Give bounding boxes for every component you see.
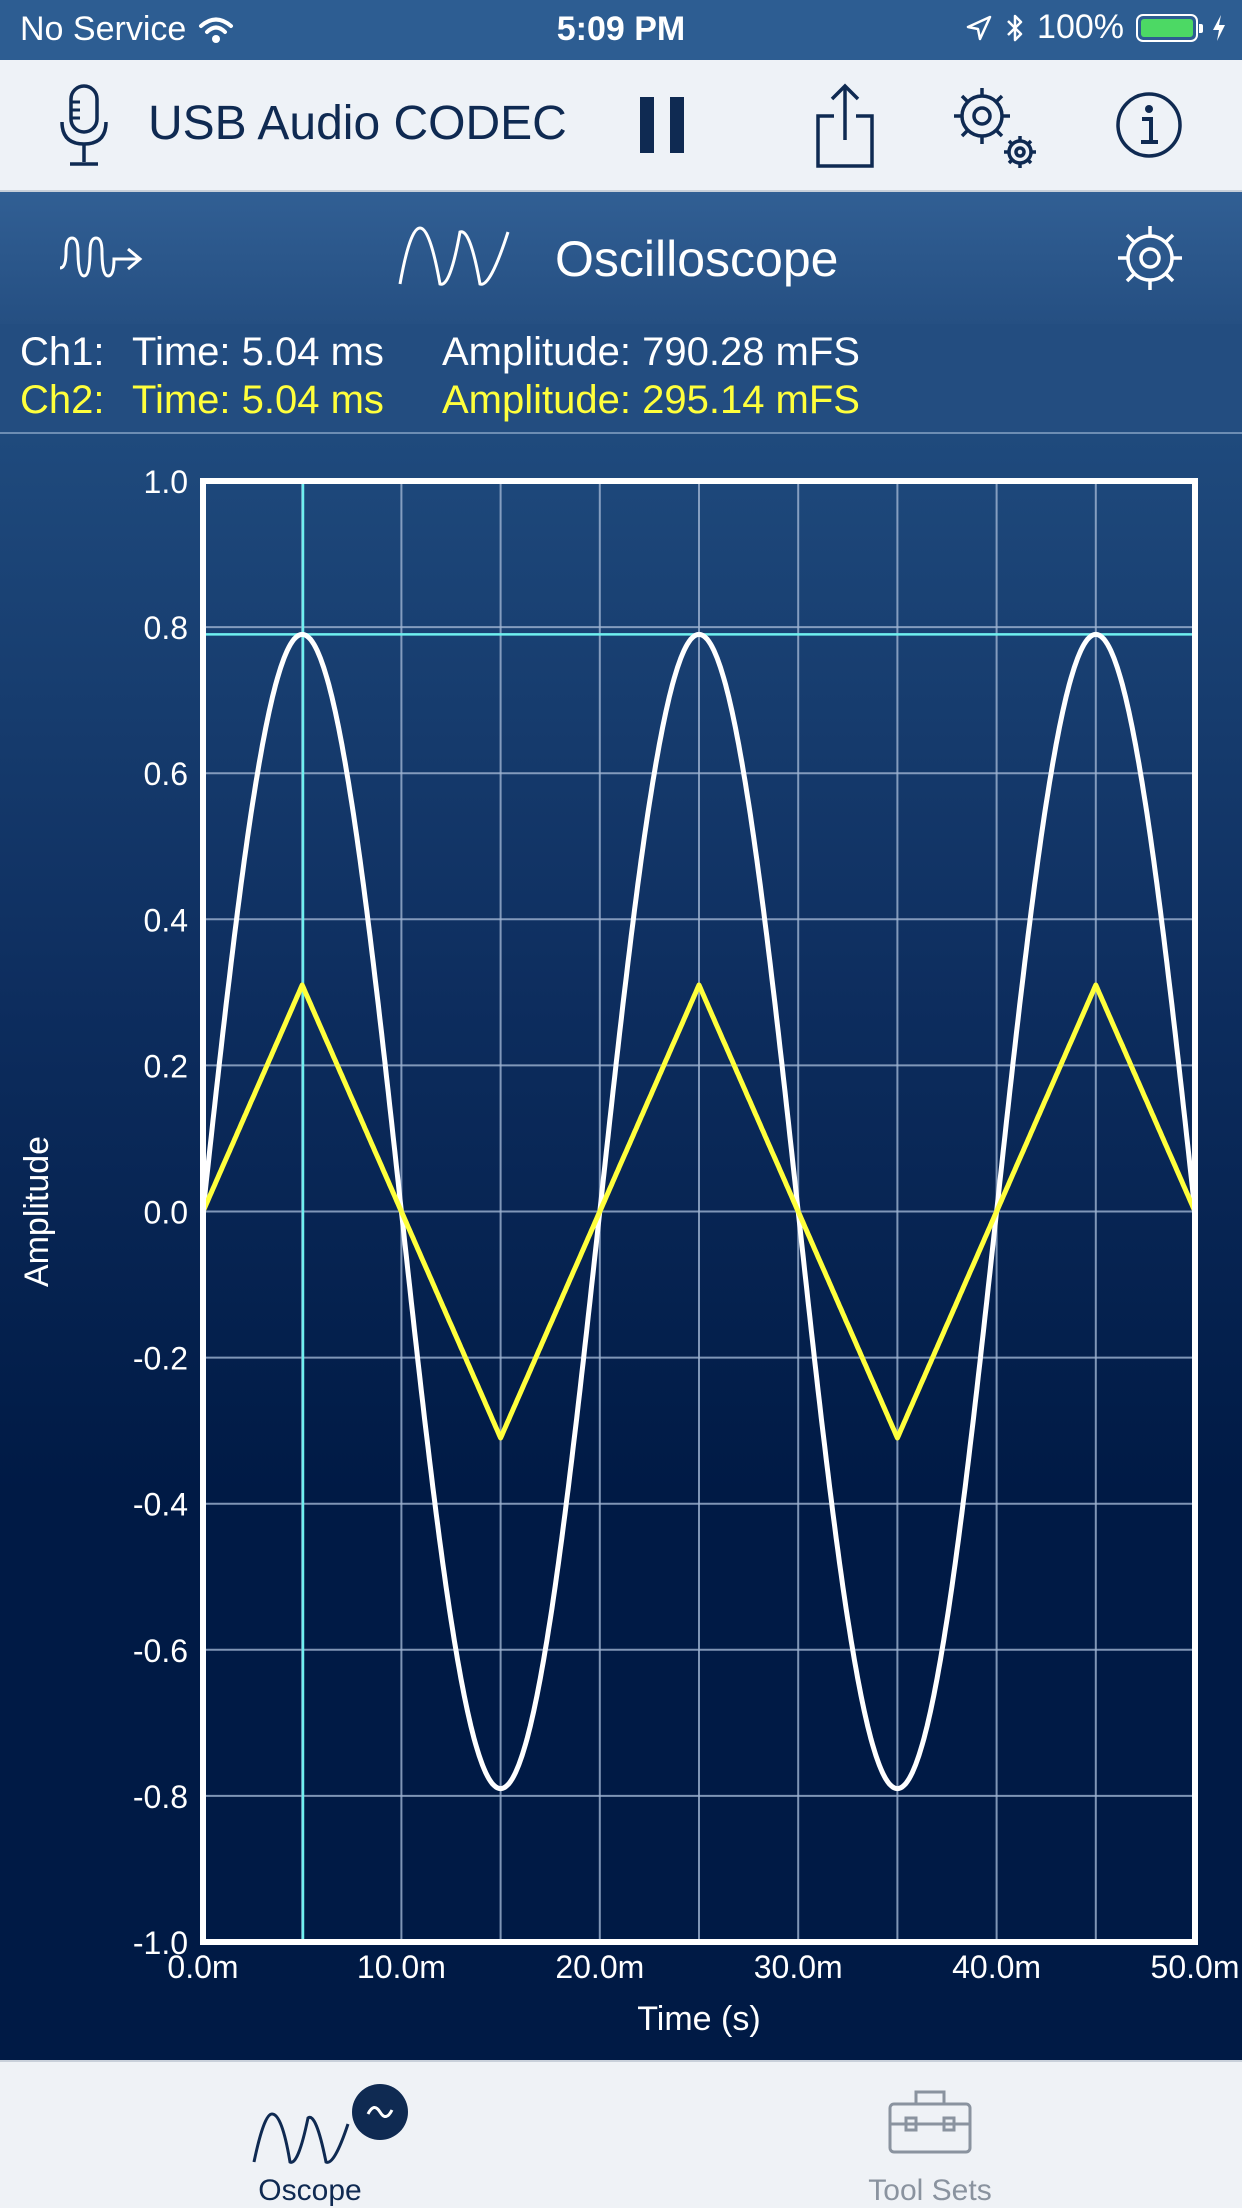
battery-percent: 100% (1037, 8, 1124, 46)
bluetooth-icon (1007, 14, 1023, 41)
ch2-label: Ch2: (20, 378, 105, 422)
cursor-readout: Ch1: Time: 5.04 ms Amplitude: 790.28 mFS… (0, 324, 1242, 434)
mode-bar: Oscilloscope (0, 192, 1242, 324)
x-tick-label: 20.0m (555, 1949, 644, 1985)
y-axis-label: Amplitude (18, 1136, 56, 1287)
x-tick-label: 0.0m (167, 1949, 238, 1985)
device-name[interactable]: USB Audio CODEC (148, 96, 567, 151)
ch1-amplitude: Amplitude: 790.28 mFS (442, 330, 860, 374)
microphone-icon[interactable] (54, 82, 114, 172)
tab-oscope-label: Oscope (258, 2174, 362, 2207)
ch2-time: Time: 5.04 ms (132, 378, 384, 422)
status-right: 100% (965, 8, 1228, 47)
tab-tool-sets[interactable]: Tool Sets (730, 2062, 1130, 2208)
y-tick-label: 0.6 (144, 756, 188, 792)
ch1-readout: Ch1: Time: 5.04 ms Amplitude: 790.28 mFS (20, 330, 1220, 378)
y-tick-label: 1.0 (144, 464, 188, 500)
x-tick-label: 50.0m (1151, 1949, 1240, 1985)
y-tick-label: -0.6 (133, 1633, 188, 1669)
top-toolbar: USB Audio CODEC (0, 60, 1242, 192)
tab-bar: Oscope Tool Sets (0, 2060, 1242, 2208)
tab-tool-sets-label: Tool Sets (868, 2174, 992, 2207)
y-tick-label: 0.2 (144, 1048, 188, 1084)
info-icon[interactable] (1114, 90, 1184, 160)
ch1-time: Time: 5.04 ms (132, 330, 384, 374)
tab-oscope[interactable]: Oscope (110, 2062, 510, 2208)
toolbox-icon (888, 2090, 972, 2154)
waveform-icon (398, 226, 510, 286)
ch1-label: Ch1: (20, 330, 105, 374)
y-tick-label: -0.8 (133, 1779, 188, 1815)
status-bar: No Service 5:09 PM 100% (0, 0, 1242, 60)
settings-icon[interactable] (1114, 222, 1186, 294)
y-tick-label: 0.0 (144, 1195, 188, 1231)
signal-route-icon[interactable] (56, 232, 146, 286)
battery-icon (1136, 13, 1203, 42)
oscilloscope-wave-icon (252, 2084, 408, 2164)
location-arrow-icon (966, 15, 992, 40)
y-tick-label: 0.8 (144, 610, 188, 646)
mode-title: Oscilloscope (555, 231, 839, 287)
ch2-readout: Ch2: Time: 5.04 ms Amplitude: 295.14 mFS (20, 378, 1220, 426)
y-tick-label: -0.2 (133, 1341, 188, 1377)
plot-area[interactable]: 1.0 0.8 0.6 0.4 0.2 0.0 -0.2 -0.4 -0.6 -0.8 -1.0 0.… (0, 434, 1242, 2060)
oscilloscope-chart[interactable]: 1.00.80.60.40.20.0-0.2-0.4-0.6-0.8-1.00.… (0, 434, 1242, 2060)
share-icon[interactable] (812, 82, 878, 172)
y-tick-label: 0.4 (144, 902, 188, 938)
pause-icon[interactable] (638, 95, 688, 155)
x-tick-label: 10.0m (357, 1949, 446, 1985)
charging-bolt-icon (1213, 14, 1225, 41)
x-tick-label: 30.0m (754, 1949, 843, 1985)
ch2-amplitude: Amplitude: 295.14 mFS (442, 378, 860, 422)
x-axis-label: Time (s) (637, 2000, 760, 2038)
y-tick-label: -0.4 (133, 1487, 188, 1523)
x-tick-label: 40.0m (952, 1949, 1041, 1985)
settings-gear-icon[interactable] (948, 80, 1044, 176)
